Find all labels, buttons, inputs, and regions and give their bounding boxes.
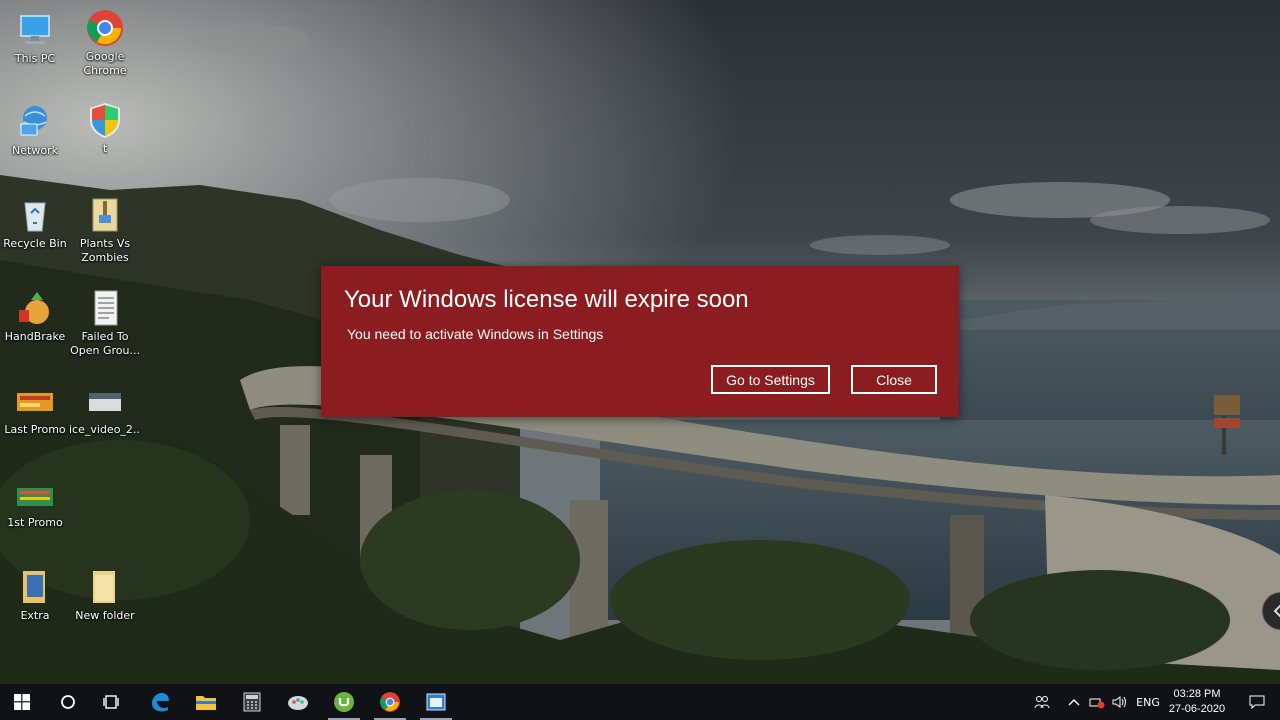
desktop-icon-label: Failed To	[81, 330, 129, 343]
desktop-icon-label: Last Promo	[4, 423, 66, 436]
desktop-icon-label: Network	[12, 144, 58, 157]
chrome-icon	[380, 692, 400, 712]
utorrent-icon	[334, 692, 354, 712]
desktop-icon-label: Open Grou...	[70, 344, 140, 357]
desktop-icon-1st-promo[interactable]: 1st Promo	[0, 474, 71, 530]
network-icon	[20, 106, 47, 136]
shield-icon	[90, 103, 120, 138]
desktop-icon-plants-vs-zombies[interactable]: Plants Vs Zombies	[69, 195, 141, 265]
volume-button[interactable]	[1108, 684, 1132, 720]
clock-date: 27-06-2020	[1168, 703, 1226, 715]
desktop-icon-label: Chrome	[83, 64, 127, 77]
activation-dialog: Your Windows license will expire soon Yo…	[321, 266, 959, 417]
desktop-icon-network[interactable]: Network	[0, 102, 71, 158]
start-button[interactable]	[0, 684, 44, 720]
volume-icon	[1112, 696, 1126, 708]
desktop-icon-label: Recycle Bin	[3, 237, 67, 250]
chrome-icon	[87, 10, 123, 46]
image-file-icon	[17, 488, 53, 506]
clock-time: 03:28 PM	[1173, 688, 1221, 700]
language-indicator[interactable]: ENG	[1134, 684, 1162, 720]
peek-chevron-button[interactable]	[1262, 592, 1280, 630]
video-file-icon	[89, 393, 121, 411]
edge-icon	[152, 693, 169, 712]
desktop-icon-label: ice_video_2...	[69, 423, 141, 436]
archive-icon	[92, 198, 118, 232]
task-view-icon	[103, 695, 119, 709]
desktop-icon-label: t	[102, 142, 108, 155]
image-file-icon	[17, 393, 53, 411]
window-app-icon	[426, 693, 446, 711]
search-circle-icon	[61, 695, 75, 709]
desktop-icon-label: HandBrake	[4, 330, 66, 343]
desktop-icon-label: Zombies	[81, 251, 129, 264]
network-disconnected-icon	[1089, 698, 1105, 709]
desktop-icon-label: 1st Promo	[7, 516, 63, 529]
desktop-icon-this-pc[interactable]: This PC	[0, 10, 71, 66]
network-status-button[interactable]	[1086, 684, 1108, 720]
taskbar: ENG 03:28 PM 27-06-2020	[0, 684, 1280, 720]
this-pc-icon	[20, 15, 50, 44]
desktop-icon-last-promo[interactable]: Last Promo	[0, 381, 71, 437]
desktop-icon-failed-to-open[interactable]: Failed To Open Grou...	[69, 288, 141, 358]
search-button[interactable]	[46, 684, 90, 720]
close-button[interactable]: Close	[851, 365, 937, 394]
desktop-icon-t[interactable]: t	[69, 100, 141, 156]
recycle-bin-icon	[24, 202, 46, 232]
task-view-button[interactable]	[90, 684, 134, 720]
taskbar-utorrent[interactable]	[322, 684, 366, 720]
dialog-title: Your Windows license will expire soon	[344, 286, 749, 313]
calculator-icon	[243, 692, 261, 712]
desktop-icon-recycle-bin[interactable]: Recycle Bin	[0, 195, 71, 251]
desktop: This PC Google Chrome Network t Recycle …	[0, 0, 1280, 684]
start-icon	[14, 694, 30, 710]
folder-icon	[23, 571, 45, 603]
dialog-message: You need to activate Windows in Settings	[347, 326, 604, 342]
desktop-icon-ice-video[interactable]: ice_video_2...	[69, 381, 141, 437]
desktop-icon-label: Google	[85, 50, 125, 63]
taskbar-file-explorer[interactable]	[184, 684, 228, 720]
taskbar-edge[interactable]	[138, 684, 182, 720]
desktop-icon-google-chrome[interactable]: Google Chrome	[69, 8, 141, 78]
action-center-button[interactable]	[1234, 684, 1280, 720]
people-icon	[1034, 696, 1050, 709]
clock[interactable]: 03:28 PM 27-06-2020	[1160, 684, 1234, 720]
desktop-icon-label: This PC	[14, 52, 56, 65]
handbrake-icon	[19, 292, 49, 324]
folder-icon	[93, 571, 115, 603]
desktop-icon-label: Plants Vs	[79, 237, 131, 250]
chevron-left-icon	[1273, 604, 1280, 618]
go-to-settings-button[interactable]: Go to Settings	[711, 365, 830, 394]
file-explorer-icon	[196, 696, 216, 710]
desktop-icon-label: New folder	[75, 609, 135, 622]
notification-icon	[1249, 695, 1265, 709]
taskbar-window-app[interactable]	[414, 684, 458, 720]
show-hidden-icons-button[interactable]	[1064, 684, 1084, 720]
people-button[interactable]	[1028, 684, 1056, 720]
taskbar-calculator[interactable]	[230, 684, 274, 720]
desktop-icon-extra[interactable]: Extra	[0, 567, 71, 623]
taskbar-paint[interactable]	[276, 684, 320, 720]
taskbar-chrome[interactable]	[368, 684, 412, 720]
desktop-icon-label: Extra	[20, 609, 50, 622]
chevron-up-icon	[1068, 699, 1080, 706]
desktop-icon-handbrake[interactable]: HandBrake	[0, 288, 71, 344]
paint-icon	[288, 696, 308, 710]
desktop-icon-new-folder[interactable]: New folder	[69, 567, 141, 623]
text-file-icon	[94, 290, 118, 326]
